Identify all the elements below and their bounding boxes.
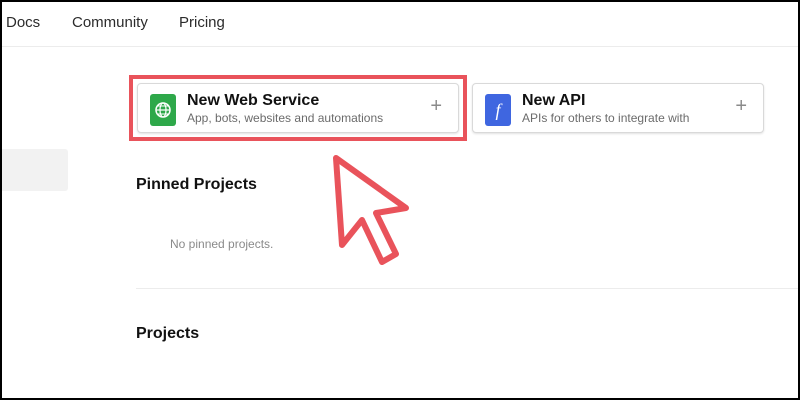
pointer-arrow-icon — [333, 155, 409, 265]
nav-link-community[interactable]: Community — [72, 14, 148, 31]
pinned-projects-heading: Pinned Projects — [136, 176, 257, 193]
sidebar-selected-item[interactable] — [2, 149, 68, 191]
new-web-service-card[interactable]: New Web Service App, bots, websites and … — [137, 83, 459, 133]
section-divider — [136, 288, 798, 289]
card-description: App, bots, websites and automations — [187, 111, 384, 125]
projects-heading: Projects — [136, 325, 200, 342]
new-api-card[interactable]: f New API APIs for others to integrate w… — [472, 83, 764, 133]
top-navigation: Docs Community Pricing — [2, 2, 798, 46]
nav-divider — [2, 46, 798, 47]
globe-icon — [150, 94, 176, 126]
card-title: New API — [522, 92, 586, 109]
nav-link-pricing[interactable]: Pricing — [179, 14, 225, 31]
plus-icon[interactable]: + — [735, 96, 747, 116]
card-title: New Web Service — [187, 92, 320, 109]
nav-link-docs[interactable]: Docs — [6, 14, 40, 31]
function-icon: f — [485, 94, 511, 126]
plus-icon[interactable]: + — [430, 96, 442, 116]
card-description: APIs for others to integrate with — [522, 111, 690, 125]
pinned-empty-state: No pinned projects. — [170, 237, 274, 251]
svg-text:f: f — [495, 100, 503, 120]
app-window: Docs Community Pricing New Web Service A… — [0, 0, 800, 400]
